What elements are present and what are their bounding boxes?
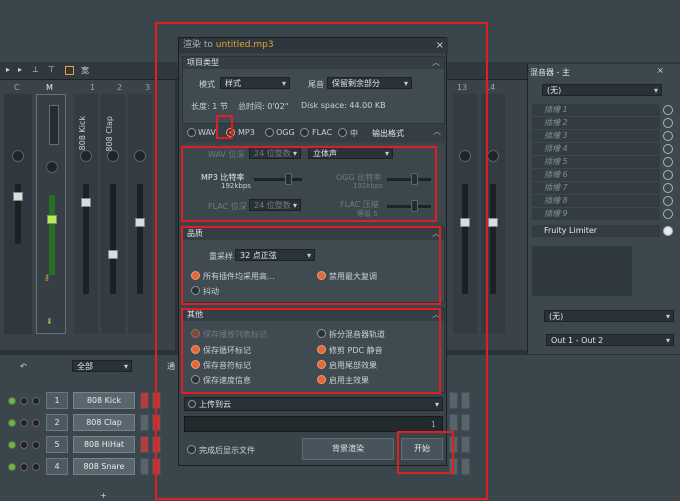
fader-track — [137, 184, 143, 294]
lock-icon[interactable]: ⚷ — [44, 273, 50, 282]
slot-item[interactable]: 插槽 5 — [532, 156, 660, 168]
window-icon[interactable] — [65, 66, 74, 75]
pan-knob[interactable] — [107, 150, 119, 162]
pan-knob[interactable] — [20, 419, 28, 427]
insert-num: 3 — [145, 83, 151, 92]
mixer-panel: C M 1 2 3 ⚷ ⬇ 808 Kick 808 Clap — [0, 80, 175, 350]
mute-led[interactable] — [8, 441, 16, 449]
arrow-right-icon[interactable]: ▸ — [18, 65, 22, 74]
step-pad[interactable] — [140, 436, 149, 453]
fader-cap[interactable] — [81, 198, 91, 207]
fader-cap[interactable] — [47, 215, 57, 224]
annotation-box-other — [181, 308, 441, 394]
step-pad[interactable] — [140, 414, 149, 431]
undo-icon[interactable]: ↶ — [20, 362, 27, 371]
fader-track — [490, 184, 496, 294]
volume-knob[interactable] — [32, 419, 40, 427]
pan-knob[interactable] — [20, 463, 28, 471]
level-meter — [49, 105, 59, 145]
pin-icon[interactable]: ⊥ — [32, 65, 39, 74]
pan-knob[interactable] — [46, 161, 58, 173]
toolbar-label: 宽 — [81, 66, 89, 75]
insert-num: 1 — [90, 83, 96, 92]
slot-item[interactable]: 插槽 2 — [532, 117, 660, 129]
slot-led[interactable] — [663, 170, 673, 180]
annotation-box-quality — [181, 226, 441, 305]
slot-item[interactable]: 插槽 1 — [532, 104, 660, 116]
mute-led[interactable] — [8, 419, 16, 427]
pan-knob[interactable] — [134, 150, 146, 162]
channel-filter[interactable]: 全部 ▾ — [72, 360, 132, 372]
pan-knob[interactable] — [12, 150, 24, 162]
insert-m-label: M — [46, 83, 53, 92]
arrow-down-icon[interactable]: ⬇ — [46, 317, 53, 326]
slot-item[interactable]: 插槽 9 — [532, 208, 660, 220]
insert-c-label: C — [14, 83, 20, 92]
volume-knob[interactable] — [32, 397, 40, 405]
mixer-strip-master[interactable]: ⚷ ⬇ — [36, 94, 66, 334]
mixer-strip-1[interactable]: 808 Kick — [74, 94, 98, 334]
channel-name[interactable]: 808 HiHat — [73, 436, 135, 453]
fader-cap[interactable] — [488, 218, 498, 227]
output-dropdown[interactable]: Out 1 - Out 2 ▾ — [546, 334, 674, 346]
slot-led[interactable] — [663, 209, 673, 219]
strip-label: 808 Kick — [78, 116, 87, 151]
slot-led[interactable] — [663, 118, 673, 128]
slot-fruity-limiter[interactable]: Fruity Limiter — [532, 225, 660, 237]
mixer-track-num[interactable]: 2 — [46, 414, 68, 431]
fader-track — [49, 195, 55, 275]
slot-led[interactable] — [663, 196, 673, 206]
fader-cap[interactable] — [135, 218, 145, 227]
mixer-track-num[interactable]: 1 — [46, 392, 68, 409]
step-pad[interactable] — [140, 392, 149, 409]
annotation-box-format-options — [181, 146, 437, 222]
fader-cap[interactable] — [13, 192, 23, 201]
channel-name[interactable]: 808 Snare — [73, 458, 135, 475]
mute-led[interactable] — [8, 397, 16, 405]
mixer-track-num[interactable]: 5 — [46, 436, 68, 453]
add-icon[interactable]: + — [100, 491, 107, 500]
arrow-right-icon[interactable]: ▸ — [6, 65, 10, 74]
slot-item[interactable]: 插槽 8 — [532, 195, 660, 207]
annotation-box-start — [397, 431, 454, 474]
slot-item[interactable]: 插槽 6 — [532, 169, 660, 181]
preset-dropdown-2[interactable]: (无) ▾ — [544, 310, 674, 322]
pan-knob[interactable] — [20, 397, 28, 405]
slot-item[interactable]: 插槽 3 — [532, 130, 660, 142]
slot-led[interactable] — [663, 183, 673, 193]
mixer-master-panel: 混音器 - 主 × (无) ▾ 插槽 1 插槽 2 插槽 3 插槽 4 插槽 5 … — [527, 64, 680, 354]
close-icon[interactable]: × — [657, 66, 664, 75]
mute-led[interactable] — [8, 463, 16, 471]
panel-title: 混音器 - 主 — [530, 68, 570, 77]
slot-item[interactable]: 插槽 4 — [532, 143, 660, 155]
volume-knob[interactable] — [32, 441, 40, 449]
annotation-box-mp3 — [216, 115, 233, 139]
insert-num: 2 — [117, 83, 123, 92]
strip-label: 808 Clap — [105, 116, 114, 152]
slot-led[interactable] — [663, 226, 673, 236]
fader-cap[interactable] — [108, 250, 118, 259]
step-pad[interactable] — [140, 458, 149, 475]
volume-knob[interactable] — [32, 463, 40, 471]
pan-knob[interactable] — [80, 150, 92, 162]
eq-display — [532, 246, 632, 296]
mixer-strip-3[interactable] — [128, 94, 152, 334]
pan-knob[interactable] — [20, 441, 28, 449]
slot-led[interactable] — [663, 131, 673, 141]
pan-knob[interactable] — [487, 150, 499, 162]
preset-dropdown[interactable]: (无) ▾ — [542, 84, 662, 96]
slot-led[interactable] — [663, 105, 673, 115]
channel-name[interactable]: 808 Kick — [73, 392, 135, 409]
mixer-track-num[interactable]: 4 — [46, 458, 68, 475]
slot-led[interactable] — [663, 157, 673, 167]
slot-led[interactable] — [663, 144, 673, 154]
mixer-strip-2[interactable]: 808 Clap — [101, 94, 125, 334]
fader-track — [110, 184, 116, 294]
arrow-up-icon[interactable]: ⊤ — [48, 65, 55, 74]
channel-name[interactable]: 808 Clap — [73, 414, 135, 431]
slot-item[interactable]: 插槽 7 — [532, 182, 660, 194]
mixer-strip-current[interactable] — [4, 94, 32, 334]
